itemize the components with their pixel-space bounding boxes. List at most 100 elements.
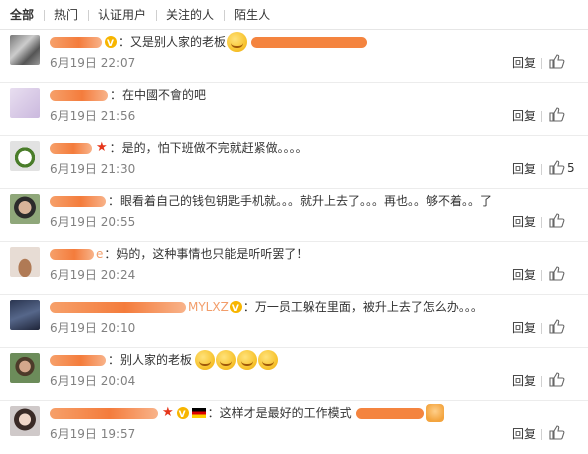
comment-text: ：这样才是最好的工作模式 (207, 406, 352, 420)
username[interactable] (50, 142, 92, 154)
thumbs-up-emoji-icon (425, 404, 444, 422)
comment-line: ：眼看着自己的钱包钥匙手机就。。。就升上去了。。。再也。。够不着。。了 (50, 192, 492, 210)
avatar[interactable] (10, 406, 40, 436)
divider (541, 429, 542, 440)
comment-text: ：妈的，这种事情也只能是听听罢了！ (104, 247, 309, 261)
username-suffix[interactable]: MYLXZ (188, 298, 229, 316)
comment-line: ★ ：这样才是最好的工作模式 (50, 404, 444, 424)
tab-strangers[interactable]: 陌生人 (224, 0, 280, 30)
comment-line: ：别人家的老板 (50, 350, 279, 370)
comment-text: ：在中國不會的吧 (110, 88, 207, 102)
username[interactable] (50, 354, 106, 366)
comment-line: ★ ：是的，怕下班做不完就赶紧做。。。。 (50, 139, 308, 157)
tab-all[interactable]: 全部 (0, 0, 44, 30)
tab-verified[interactable]: 认证用户 (88, 0, 156, 30)
vip-badge-icon (105, 35, 117, 53)
comment-item: ★ ：是的，怕下班做不完就赶紧做。。。。 6月19日 21:30 回复 5 (0, 136, 588, 189)
avatar[interactable] (10, 35, 40, 65)
avatar[interactable] (10, 353, 40, 383)
mention[interactable] (251, 36, 368, 48)
avatar[interactable] (10, 300, 40, 330)
reply-button[interactable]: 回复 (512, 214, 536, 230)
comment-line: ：又是别人家的老板 (50, 32, 368, 53)
like-button[interactable]: 5 (549, 160, 575, 175)
thumbs-up-icon (549, 372, 565, 387)
star-icon: ★ (96, 140, 108, 155)
username[interactable] (50, 36, 102, 48)
comment-time: 6月19日 20:04 (50, 374, 136, 388)
thumbs-up-icon (549, 266, 565, 281)
comment-time: 6月19日 19:57 (50, 427, 136, 441)
comment-time: 6月19日 21:56 (50, 109, 136, 123)
comment-time: 6月19日 20:10 (50, 321, 136, 335)
comment-filter-tabs: 全部 热门 认证用户 关注的人 陌生人 (0, 0, 588, 30)
divider (541, 111, 542, 122)
avatar[interactable] (10, 247, 40, 277)
username[interactable] (50, 89, 108, 101)
comment-line: ：在中國不會的吧 (50, 86, 206, 104)
like-count: 5 (567, 160, 575, 175)
divider (541, 376, 542, 387)
like-button[interactable] (549, 54, 565, 69)
tab-following[interactable]: 关注的人 (156, 0, 224, 30)
comment-text: ：眼看着自己的钱包钥匙手机就。。。就升上去了。。。再也。。够不着。。了 (108, 194, 493, 208)
comment-item: ★ ：这样才是最好的工作模式 6月19日 19:57 回复 (0, 401, 588, 454)
tab-hot[interactable]: 热门 (44, 0, 88, 30)
reply-button[interactable]: 回复 (512, 320, 536, 336)
username[interactable] (50, 407, 158, 419)
star-icon: ★ (162, 405, 174, 420)
divider (541, 323, 542, 334)
vip-badge-icon (229, 300, 242, 318)
emoji-icon (237, 350, 258, 370)
reply-button[interactable]: 回复 (512, 55, 536, 71)
username[interactable] (50, 248, 94, 260)
divider (541, 270, 542, 281)
like-button[interactable] (549, 213, 565, 228)
divider (541, 164, 542, 175)
avatar[interactable] (10, 88, 40, 118)
username[interactable] (50, 195, 106, 207)
comment-text: ：又是别人家的老板 (118, 35, 227, 49)
like-button[interactable] (549, 425, 565, 440)
comment-item: e ：妈的，这种事情也只能是听听罢了！ 6月19日 20:24 回复 (0, 242, 588, 295)
divider (541, 58, 542, 69)
like-button[interactable] (549, 107, 565, 122)
avatar[interactable] (10, 141, 40, 171)
comment-list: ：又是别人家的老板 6月19日 22:07 回复 ：在中國不會的吧 6月19日 … (0, 30, 588, 454)
thumbs-up-icon (549, 213, 565, 228)
reply-button[interactable]: 回复 (512, 161, 536, 177)
thumbs-up-icon (549, 425, 565, 440)
comment-item: ：又是别人家的老板 6月19日 22:07 回复 (0, 30, 588, 83)
thumbs-up-icon (549, 160, 565, 175)
like-button[interactable] (549, 372, 565, 387)
emoji-icon (258, 350, 279, 370)
avatar[interactable] (10, 194, 40, 224)
emoji-icon (216, 350, 237, 370)
comment-text: ：别人家的老板 (108, 353, 193, 367)
comment-time: 6月19日 20:24 (50, 268, 136, 282)
comment-time: 6月19日 22:07 (50, 56, 136, 70)
reply-button[interactable]: 回复 (512, 373, 536, 389)
thumbs-up-icon (549, 54, 565, 69)
comment-item: MYLXZ ：万一员工躲在里面，被升上去了怎么办。。。 6月19日 20:10 … (0, 295, 588, 348)
reply-button[interactable]: 回复 (512, 426, 536, 442)
reply-button[interactable]: 回复 (512, 267, 536, 283)
username[interactable] (50, 301, 186, 313)
comment-time: 6月19日 20:55 (50, 215, 136, 229)
thumbs-up-icon (549, 107, 565, 122)
comment-time: 6月19日 21:30 (50, 162, 136, 176)
thumbs-up-icon (549, 319, 565, 334)
like-button[interactable] (549, 266, 565, 281)
germany-flag-icon (191, 408, 206, 418)
username-suffix[interactable]: e (96, 245, 103, 263)
emoji-icon (195, 350, 216, 370)
like-button[interactable] (549, 319, 565, 334)
comment-item: ：眼看着自己的钱包钥匙手机就。。。就升上去了。。。再也。。够不着。。了 6月19… (0, 189, 588, 242)
comment-line: MYLXZ ：万一员工躲在里面，被升上去了怎么办。。。 (50, 298, 483, 318)
divider (541, 217, 542, 228)
comment-line: e ：妈的，这种事情也只能是听听罢了！ (50, 245, 308, 263)
mention[interactable] (355, 407, 424, 419)
smile-emoji-icon (227, 32, 248, 52)
comment-text: ：是的，怕下班做不完就赶紧做。。。。 (109, 141, 308, 155)
reply-button[interactable]: 回复 (512, 108, 536, 124)
